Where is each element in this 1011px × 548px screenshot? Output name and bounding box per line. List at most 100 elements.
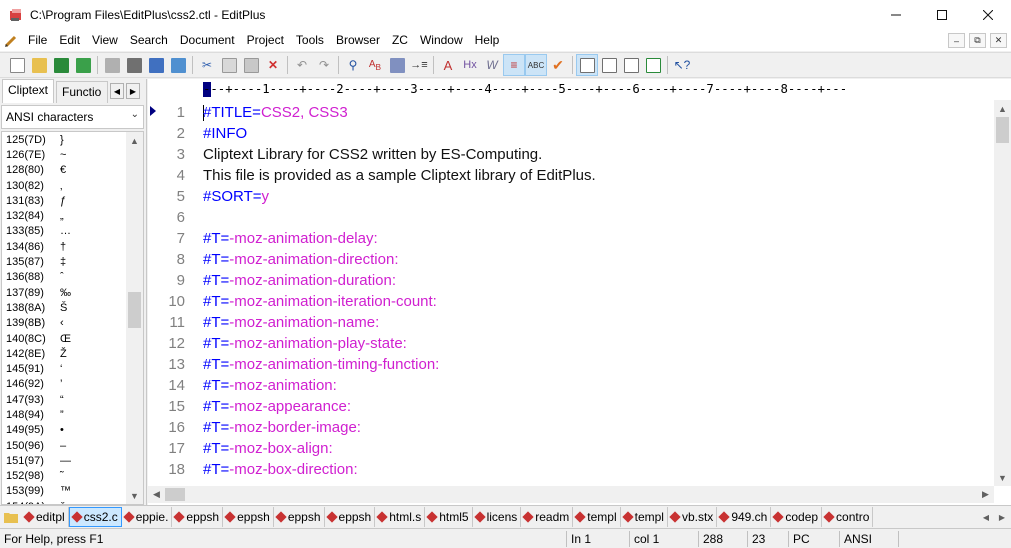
child-close-icon[interactable]: ✕ (990, 33, 1007, 48)
scroll-up-icon[interactable]: ▲ (126, 132, 143, 149)
document-tab[interactable]: contro (822, 506, 874, 527)
code-line[interactable]: 9 #T=-moz-animation-duration: (148, 270, 993, 291)
list-item[interactable]: 133(85)… (2, 224, 143, 239)
editor-area[interactable]: ---+----1----+----2----+----3----+----4-… (148, 79, 1011, 505)
code-line[interactable]: 7 #T=-moz-animation-delay: (148, 228, 993, 249)
menu-search[interactable]: Search (124, 30, 174, 51)
menu-view[interactable]: View (86, 30, 124, 51)
doc-tab-next-icon[interactable]: ▶ (994, 509, 1010, 525)
delete-icon[interactable]: ✕ (262, 54, 284, 76)
paste-icon[interactable] (240, 54, 262, 76)
editplus-app-icon[interactable] (8, 7, 24, 23)
code-line[interactable]: 18 #T=-moz-box-direction: (148, 459, 993, 480)
document-pencil-icon[interactable] (0, 30, 22, 51)
list-item[interactable]: 145(91) ‘ (2, 361, 143, 376)
editor-horizontal-scrollbar[interactable]: ◀ ▶ (148, 486, 994, 503)
code-line[interactable]: 1 #TITLE=CSS2, CSS3 (148, 102, 993, 123)
document-tab[interactable]: templ (573, 506, 621, 527)
code-line[interactable]: 8 #T=-moz-animation-direction: (148, 249, 993, 270)
menu-browser[interactable]: Browser (330, 30, 386, 51)
close-button[interactable] (965, 0, 1011, 30)
goto-line-icon[interactable]: →≡ (408, 54, 430, 76)
menu-window[interactable]: Window (414, 30, 469, 51)
code-lines[interactable]: 1 #TITLE=CSS2, CSS3 2 #INFO 3 Cliptext Librar… (148, 102, 993, 486)
list-item[interactable]: 146(92) ’ (2, 377, 143, 392)
column-select-icon[interactable]: ABC (525, 54, 547, 76)
list-item[interactable]: 147(93) “ (2, 392, 143, 407)
new-file-icon[interactable] (6, 54, 28, 76)
minimize-button[interactable] (873, 0, 919, 30)
scroll-thumb[interactable] (165, 488, 185, 501)
list-item[interactable]: 153(99) ™ (2, 484, 143, 499)
menu-file[interactable]: File (22, 30, 53, 51)
scroll-down-icon[interactable]: ▼ (126, 487, 143, 504)
code-line[interactable]: 5 #SORT=y (148, 186, 993, 207)
tab-scroll-left-icon[interactable]: ◀ (110, 83, 124, 99)
list-item[interactable]: 130(82) ‚ (2, 178, 143, 193)
list-item[interactable]: 138(8A) Š (2, 300, 143, 315)
code-line[interactable]: 10 #T=-moz-animation-iteration-count: (148, 291, 993, 312)
list-item[interactable]: 142(8E) Ž (2, 346, 143, 361)
code-line[interactable]: 13 #T=-moz-animation-timing-function: (148, 354, 993, 375)
menu-edit[interactable]: Edit (53, 30, 86, 51)
print-preview-icon[interactable] (101, 54, 123, 76)
list-item[interactable]: 126(7E) ~ (2, 147, 143, 162)
code-line[interactable]: 4 This file is provided as a sample Clipt… (148, 165, 993, 186)
scroll-thumb[interactable] (128, 292, 141, 328)
document-tab[interactable]: css2.c (68, 506, 122, 527)
font-icon[interactable]: A (437, 54, 459, 76)
doc-tab-prev-icon[interactable]: ◀ (978, 509, 994, 525)
list-item[interactable]: 134(86) † (2, 239, 143, 254)
list-item[interactable]: 137(89) ‰ (2, 285, 143, 300)
char-list[interactable]: 125(7D)} 126(7E) ~128(80) €130(82) ‚ 131(83) ƒ… (1, 131, 144, 505)
spell-check-icon[interactable] (145, 54, 167, 76)
replace-icon[interactable]: AB (364, 54, 386, 76)
document-tab[interactable]: templ (621, 506, 668, 527)
undo-icon[interactable]: ↶ (291, 54, 313, 76)
code-line[interactable]: 3 Cliptext Library for CSS2 written by ES… (148, 144, 993, 165)
save-all-icon[interactable] (72, 54, 94, 76)
print-icon[interactable] (123, 54, 145, 76)
list-item[interactable]: 152(98) ˜ (2, 469, 143, 484)
list-item[interactable]: 150(96) – (2, 438, 143, 453)
child-restore-icon[interactable]: ⧉ (969, 33, 986, 48)
scroll-left-icon[interactable]: ◀ (148, 486, 165, 503)
find-in-files-icon[interactable] (386, 54, 408, 76)
maximize-button[interactable] (919, 0, 965, 30)
code-line[interactable]: 15 #T=-moz-appearance: (148, 396, 993, 417)
output-window-icon[interactable] (598, 54, 620, 76)
refresh-icon[interactable] (167, 54, 189, 76)
document-tab[interactable]: licens (473, 506, 522, 527)
scroll-thumb[interactable] (996, 117, 1009, 143)
document-tab[interactable]: html5 (425, 506, 473, 527)
list-item[interactable]: 131(83) ƒ (2, 193, 143, 208)
code-line[interactable]: 14 #T=-moz-animation: (148, 375, 993, 396)
fullscreen-icon[interactable] (642, 54, 664, 76)
menu-document[interactable]: Document (174, 30, 241, 51)
code-line[interactable]: 6 (148, 207, 993, 228)
list-item[interactable]: 140(8C) Œ (2, 331, 143, 346)
document-tab[interactable]: eppsh (274, 506, 325, 527)
find-icon[interactable]: ⚲ (342, 54, 364, 76)
document-tab[interactable]: readm (521, 506, 574, 527)
document-tab[interactable]: codep (771, 506, 823, 527)
code-line[interactable]: 16 #T=-moz-border-image: (148, 417, 993, 438)
open-folder-icon[interactable] (28, 54, 50, 76)
document-tab[interactable]: eppsh (325, 506, 376, 527)
tab-cliptext[interactable]: Cliptext (2, 79, 54, 103)
list-item[interactable]: 125(7D)} (2, 132, 143, 147)
scroll-up-icon[interactable]: ▲ (994, 100, 1011, 117)
charset-dropdown[interactable]: ANSI characters ⌄ (1, 105, 144, 129)
directory-window-icon[interactable] (576, 54, 598, 76)
document-tab[interactable]: html.s (375, 506, 426, 527)
list-item[interactable]: 128(80) € (2, 163, 143, 178)
list-item[interactable]: 149(95) • (2, 423, 143, 438)
menu-tools[interactable]: Tools (290, 30, 330, 51)
tab-scroll-right-icon[interactable]: ▶ (126, 83, 140, 99)
document-tab[interactable]: eppsh (223, 506, 274, 527)
child-minimize-icon[interactable]: – (948, 33, 965, 48)
list-item[interactable]: 135(87) ‡ (2, 254, 143, 269)
code-line[interactable]: 17 #T=-moz-box-align: (148, 438, 993, 459)
document-tab[interactable]: vb.stx (668, 506, 718, 527)
document-tab[interactable]: editpl (22, 506, 69, 527)
